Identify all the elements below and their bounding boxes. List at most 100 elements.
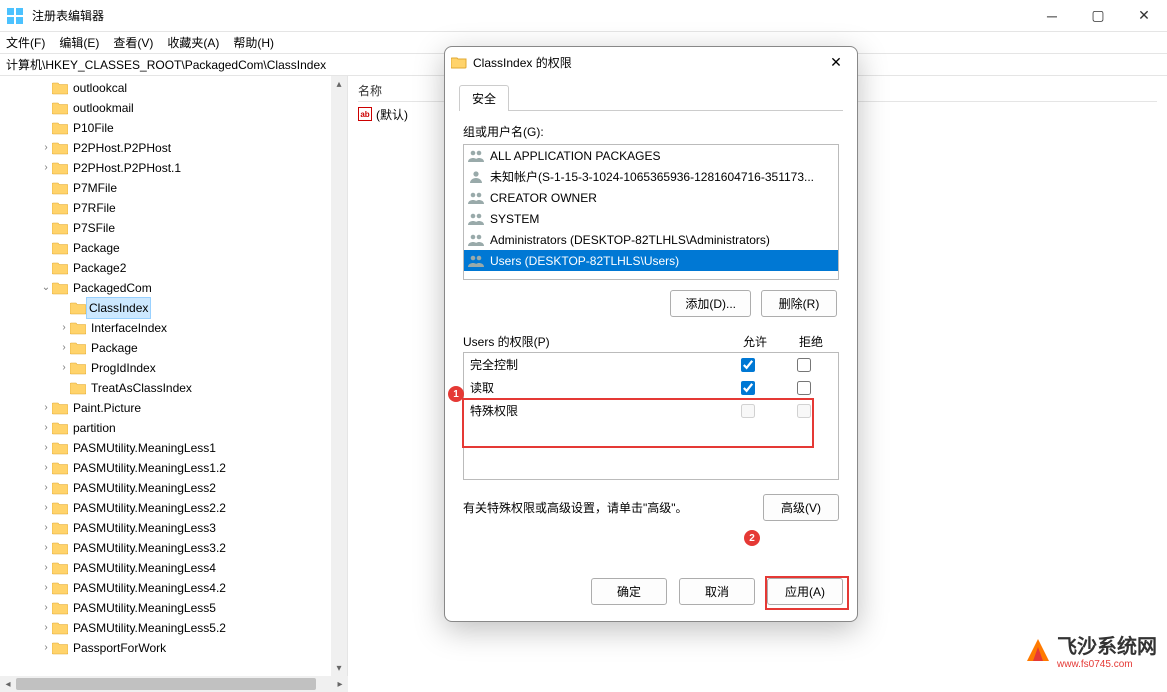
deny-checkbox[interactable] (797, 358, 811, 372)
tree-item[interactable]: ›PASMUtility.MeaningLess4.2 (0, 578, 347, 598)
menu-edit[interactable]: 编辑(E) (59, 34, 99, 51)
chevron-right-icon[interactable]: › (40, 558, 52, 578)
minimize-button[interactable]: ─ (1029, 0, 1075, 32)
tree-item-label: PASMUtility.MeaningLess4 (71, 558, 218, 578)
tree-item[interactable]: P7MFile (0, 178, 347, 198)
user-list-item[interactable]: Users (DESKTOP-82TLHLS\Users) (464, 250, 838, 271)
tree-scrollbar-vertical[interactable]: ▴ ▾ (331, 76, 347, 676)
string-value-icon: ab (358, 107, 372, 121)
tree-item-label: PASMUtility.MeaningLess3 (71, 518, 218, 538)
tree-item[interactable]: ›PASMUtility.MeaningLess1 (0, 438, 347, 458)
folder-icon (52, 481, 68, 495)
scroll-down-icon[interactable]: ▾ (336, 660, 341, 676)
user-list-item[interactable]: CREATOR OWNER (464, 187, 838, 208)
tree-item[interactable]: ⌄PackagedCom (0, 278, 347, 298)
permissions-dialog: ClassIndex 的权限 ✕ 安全 组或用户名(G): ALL APPLIC… (444, 46, 858, 622)
chevron-right-icon[interactable]: › (40, 418, 52, 438)
apply-button[interactable]: 应用(A) (767, 578, 843, 605)
user-list-item[interactable]: SYSTEM (464, 208, 838, 229)
permission-name: 完全控制 (470, 356, 720, 373)
chevron-right-icon[interactable]: › (58, 358, 70, 378)
chevron-right-icon[interactable]: › (40, 498, 52, 518)
tree-item[interactable]: ›PassportForWork (0, 638, 347, 658)
deny-checkbox[interactable] (797, 381, 811, 395)
app-icon (6, 7, 24, 25)
tree-item[interactable]: › PASMUtility.MeaningLess3 (0, 518, 347, 538)
chevron-right-icon[interactable]: › (40, 138, 52, 158)
group-icon (466, 148, 486, 164)
dialog-close-button[interactable]: ✕ (821, 54, 851, 71)
chevron-right-icon[interactable]: › (40, 598, 52, 618)
chevron-right-icon[interactable]: › (40, 478, 52, 498)
user-list-item[interactable]: 未知帐户(S-1-15-3-1024-1065365936-1281604716… (464, 166, 838, 187)
tree-item[interactable]: outlookmail (0, 98, 347, 118)
tab-strip: 安全 (459, 85, 843, 111)
close-button[interactable]: ✕ (1121, 0, 1167, 32)
scroll-up-icon[interactable]: ▴ (336, 76, 341, 92)
chevron-right-icon[interactable]: › (58, 318, 70, 338)
tree-item[interactable]: ›P2PHost.P2PHost.1 (0, 158, 347, 178)
registry-tree[interactable]: outlookcaloutlookmailP10File›P2PHost.P2P… (0, 76, 347, 658)
tree-item[interactable]: ›Paint.Picture (0, 398, 347, 418)
advanced-button[interactable]: 高级(V) (763, 494, 839, 521)
tree-item[interactable]: › PASMUtility.MeaningLess3.2 (0, 538, 347, 558)
tree-item[interactable]: TreatAsClassIndex (0, 378, 347, 398)
chevron-right-icon[interactable]: › (40, 458, 52, 478)
tree-item[interactable]: ›P2PHost.P2PHost (0, 138, 347, 158)
maximize-button[interactable]: ▢ (1075, 0, 1121, 32)
scroll-thumb-horizontal[interactable] (16, 678, 316, 690)
tree-item[interactable]: ›InterfaceIndex (0, 318, 347, 338)
tree-item[interactable]: ›partition (0, 418, 347, 438)
chevron-right-icon[interactable]: › (40, 538, 52, 558)
remove-button[interactable]: 删除(R) (761, 290, 837, 317)
chevron-right-icon[interactable]: › (40, 518, 52, 538)
chevron-right-icon[interactable]: › (40, 438, 52, 458)
tree-item[interactable]: ›PASMUtility.MeaningLess2 (0, 478, 347, 498)
chevron-right-icon[interactable]: › (40, 618, 52, 638)
scroll-right-icon[interactable]: ▸ (332, 679, 348, 690)
tree-item[interactable]: ›PASMUtility.MeaningLess5.2 (0, 618, 347, 638)
tree-item[interactable]: ›ProgIdIndex (0, 358, 347, 378)
user-list-label: SYSTEM (490, 212, 539, 226)
tree-item-label: PASMUtility.MeaningLess2.2 (71, 498, 228, 518)
chevron-down-icon[interactable]: ⌄ (40, 278, 52, 298)
folder-icon (52, 281, 68, 295)
tree-item[interactable]: ›Package (0, 338, 347, 358)
tree-scrollbar-horizontal[interactable]: ◂ ▸ (0, 676, 348, 692)
chevron-right-icon[interactable]: › (58, 338, 70, 358)
add-button[interactable]: 添加(D)... (670, 290, 751, 317)
tree-item-label: PASMUtility.MeaningLess3.2 (71, 538, 228, 558)
tree-item[interactable]: ClassIndex (0, 298, 347, 318)
chevron-right-icon[interactable]: › (40, 578, 52, 598)
menu-help[interactable]: 帮助(H) (233, 34, 274, 51)
menu-favorites[interactable]: 收藏夹(A) (167, 34, 219, 51)
tab-security[interactable]: 安全 (459, 85, 509, 111)
tree-item[interactable]: › PASMUtility.MeaningLess4 (0, 558, 347, 578)
tree-item[interactable]: P7SFile (0, 218, 347, 238)
column-deny: 拒绝 (783, 333, 839, 350)
menu-file[interactable]: 文件(F) (6, 34, 45, 51)
tree-item-label: PASMUtility.MeaningLess1.2 (71, 458, 228, 478)
tree-item[interactable]: P10File (0, 118, 347, 138)
scroll-left-icon[interactable]: ◂ (0, 679, 16, 690)
cancel-button[interactable]: 取消 (679, 578, 755, 605)
tree-item[interactable]: outlookcal (0, 78, 347, 98)
allow-checkbox[interactable] (741, 358, 755, 372)
tree-item[interactable]: P7RFile (0, 198, 347, 218)
ok-button[interactable]: 确定 (591, 578, 667, 605)
tree-item[interactable]: Package2 (0, 258, 347, 278)
user-list[interactable]: ALL APPLICATION PACKAGES 未知帐户(S-1-15-3-10… (463, 144, 839, 280)
advanced-hint: 有关特殊权限或高级设置，请单击"高级"。 (463, 499, 753, 516)
allow-checkbox[interactable] (741, 381, 755, 395)
tree-item[interactable]: Package (0, 238, 347, 258)
user-list-item[interactable]: ALL APPLICATION PACKAGES (464, 145, 838, 166)
chevron-right-icon[interactable]: › (40, 158, 52, 178)
tree-item[interactable]: › PASMUtility.MeaningLess1.2 (0, 458, 347, 478)
user-list-label: 未知帐户(S-1-15-3-1024-1065365936-1281604716… (490, 168, 814, 185)
menu-view[interactable]: 查看(V) (113, 34, 153, 51)
user-list-item[interactable]: Administrators (DESKTOP-82TLHLS\Administ… (464, 229, 838, 250)
chevron-right-icon[interactable]: › (40, 398, 52, 418)
tree-item[interactable]: › PASMUtility.MeaningLess2.2 (0, 498, 347, 518)
chevron-right-icon[interactable]: › (40, 638, 52, 658)
tree-item[interactable]: ›PASMUtility.MeaningLess5 (0, 598, 347, 618)
